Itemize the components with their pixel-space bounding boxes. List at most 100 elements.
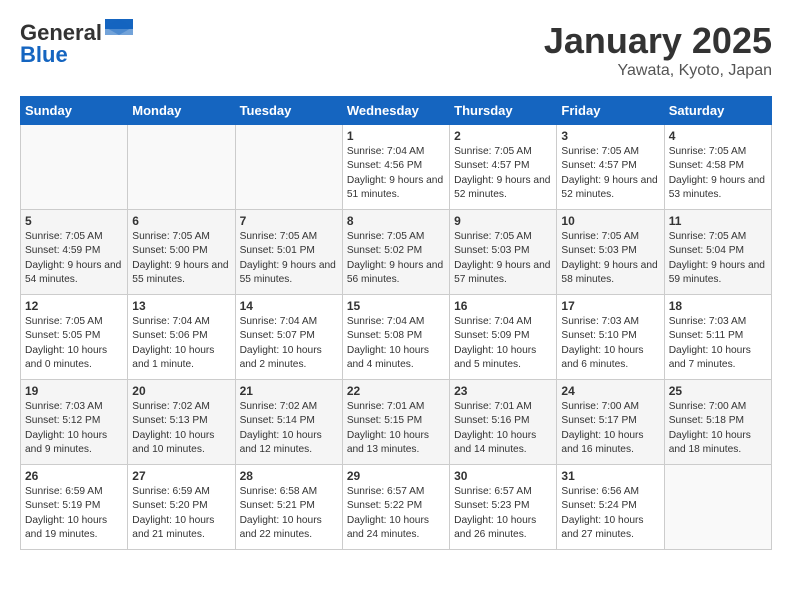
table-row: 16Sunrise: 7:04 AM Sunset: 5:09 PM Dayli… [450, 295, 557, 380]
table-row: 12 Sunrise: 7:05 AM Sunset: 5:05 PM Dayli… [21, 295, 128, 380]
cell-content: Sunrise: 7:05 AM Sunset: 5:02 PM Dayligh… [347, 230, 445, 287]
day-number: 27 [132, 469, 230, 483]
logo-blue-text: Blue [20, 42, 68, 68]
day-number: 17 [561, 299, 659, 313]
table-row: 10 Sunrise: 7:05 AM Sunset: 5:03 PM Dayli… [557, 210, 664, 295]
day-number: 26 [25, 469, 123, 483]
cell-content: Sunrise: 7:05 AM Sunset: 5:00 PM Dayligh… [132, 230, 230, 287]
cell-content: Sunrise: 7:00 AM Sunset: 5:17 PM Dayligh… [561, 400, 659, 457]
table-row: 29 Sunrise: 6:57 AM Sunset: 5:22 PM Dayli… [342, 465, 449, 550]
day-number: 4 [669, 129, 767, 143]
cell-content: Sunrise: 6:57 AM Sunset: 5:22 PM Dayligh… [347, 485, 445, 542]
table-row: 17 Sunrise: 7:03 AM Sunset: 5:10 PM Dayli… [557, 295, 664, 380]
day-number: 13 [132, 299, 230, 313]
cell-content: Sunrise: 7:05 AM Sunset: 5:01 PM Dayligh… [240, 230, 338, 287]
day-number: 24 [561, 384, 659, 398]
cell-content: Sunrise: 6:57 AM Sunset: 5:23 PM Dayligh… [454, 485, 552, 542]
day-number: 7 [240, 214, 338, 228]
logo-flag-icon [105, 19, 133, 40]
day-number: 30 [454, 469, 552, 483]
table-row: 28 Sunrise: 6:58 AM Sunset: 5:21 PM Dayli… [235, 465, 342, 550]
day-number: 18 [669, 299, 767, 313]
table-row: 6 Sunrise: 7:05 AM Sunset: 5:00 PM Daylig… [128, 210, 235, 295]
day-number: 25 [669, 384, 767, 398]
day-number: 28 [240, 469, 338, 483]
day-number: 12 [25, 299, 123, 313]
calendar-table: Sunday Monday Tuesday Wednesday Thursday… [20, 96, 772, 550]
cell-content: Sunrise: 7:05 AM Sunset: 5:03 PM Dayligh… [561, 230, 659, 287]
table-row: 13 Sunrise: 7:04 AM Sunset: 5:06 PM Dayli… [128, 295, 235, 380]
cell-content: Sunrise: 7:05 AM Sunset: 4:58 PM Dayligh… [669, 145, 767, 202]
day-number: 9 [454, 214, 552, 228]
cell-content: Sunrise: 6:59 AM Sunset: 5:20 PM Dayligh… [132, 485, 230, 542]
table-row: 3Sunrise: 7:05 AM Sunset: 4:57 PM Daylig… [557, 125, 664, 210]
day-number: 1 [347, 129, 445, 143]
day-number: 29 [347, 469, 445, 483]
day-number: 21 [240, 384, 338, 398]
cell-content: Sunrise: 6:59 AM Sunset: 5:19 PM Dayligh… [25, 485, 123, 542]
table-row: 9Sunrise: 7:05 AM Sunset: 5:03 PM Daylig… [450, 210, 557, 295]
day-number: 11 [669, 214, 767, 228]
table-row: 30 Sunrise: 6:57 AM Sunset: 5:23 PM Dayli… [450, 465, 557, 550]
day-number: 31 [561, 469, 659, 483]
header-thursday: Thursday [450, 97, 557, 125]
header-friday: Friday [557, 97, 664, 125]
day-number: 10 [561, 214, 659, 228]
day-number: 6 [132, 214, 230, 228]
day-number: 8 [347, 214, 445, 228]
cell-content: Sunrise: 6:56 AM Sunset: 5:24 PM Dayligh… [561, 485, 659, 542]
title-block: January 2025 Yawata, Kyoto, Japan [544, 20, 772, 80]
cell-content: Sunrise: 7:02 AM Sunset: 5:14 PM Dayligh… [240, 400, 338, 457]
cell-content: Sunrise: 7:05 AM Sunset: 5:04 PM Dayligh… [669, 230, 767, 287]
cell-content: Sunrise: 7:03 AM Sunset: 5:10 PM Dayligh… [561, 315, 659, 372]
cell-content: Sunrise: 7:02 AM Sunset: 5:13 PM Dayligh… [132, 400, 230, 457]
table-row: 21 Sunrise: 7:02 AM Sunset: 5:14 PM Dayli… [235, 380, 342, 465]
day-number: 14 [240, 299, 338, 313]
day-number: 16 [454, 299, 552, 313]
cell-content: Sunrise: 7:01 AM Sunset: 5:16 PM Dayligh… [454, 400, 552, 457]
table-row: 1 Sunrise: 7:04 AM Sunset: 4:56 PM Daylig… [342, 125, 449, 210]
day-number: 2 [454, 129, 552, 143]
cell-content: Sunrise: 7:05 AM Sunset: 4:59 PM Dayligh… [25, 230, 123, 287]
day-number: 5 [25, 214, 123, 228]
cell-content: Sunrise: 7:04 AM Sunset: 5:08 PM Dayligh… [347, 315, 445, 372]
calendar-body: 1 Sunrise: 7:04 AM Sunset: 4:56 PM Daylig… [21, 125, 772, 550]
location-subtitle: Yawata, Kyoto, Japan [544, 62, 772, 80]
table-row: 24 Sunrise: 7:00 AM Sunset: 5:17 PM Dayli… [557, 380, 664, 465]
day-number: 19 [25, 384, 123, 398]
table-row: 2 Sunrise: 7:05 AM Sunset: 4:57 PM Daylig… [450, 125, 557, 210]
table-row: 5 Sunrise: 7:05 AM Sunset: 4:59 PM Daylig… [21, 210, 128, 295]
table-row: 8 Sunrise: 7:05 AM Sunset: 5:02 PM Daylig… [342, 210, 449, 295]
table-row: 27 Sunrise: 6:59 AM Sunset: 5:20 PM Dayli… [128, 465, 235, 550]
day-number: 23 [454, 384, 552, 398]
cell-content: Sunrise: 7:05 AM Sunset: 5:05 PM Dayligh… [25, 315, 123, 372]
header-wednesday: Wednesday [342, 97, 449, 125]
cell-content: Sunrise: 7:03 AM Sunset: 5:12 PM Dayligh… [25, 400, 123, 457]
table-row: 19 Sunrise: 7:03 AM Sunset: 5:12 PM Dayli… [21, 380, 128, 465]
day-number: 3 [561, 129, 659, 143]
cell-content: Sunrise: 7:04 AM Sunset: 4:56 PM Dayligh… [347, 145, 445, 202]
table-row: 14Sunrise: 7:04 AM Sunset: 5:07 PM Dayli… [235, 295, 342, 380]
table-row: 4 Sunrise: 7:05 AM Sunset: 4:58 PM Daylig… [664, 125, 771, 210]
month-year-title: January 2025 [544, 20, 772, 62]
cell-content: Sunrise: 6:58 AM Sunset: 5:21 PM Dayligh… [240, 485, 338, 542]
table-row: 7 Sunrise: 7:05 AM Sunset: 5:01 PM Daylig… [235, 210, 342, 295]
table-row [21, 125, 128, 210]
header-monday: Monday [128, 97, 235, 125]
table-row: 23 Sunrise: 7:01 AM Sunset: 5:16 PM Dayli… [450, 380, 557, 465]
table-row [128, 125, 235, 210]
cell-content: Sunrise: 7:04 AM Sunset: 5:06 PM Dayligh… [132, 315, 230, 372]
cell-content: Sunrise: 7:05 AM Sunset: 4:57 PM Dayligh… [454, 145, 552, 202]
table-row: 15 Sunrise: 7:04 AM Sunset: 5:08 PM Dayli… [342, 295, 449, 380]
header-tuesday: Tuesday [235, 97, 342, 125]
table-row: 26 Sunrise: 6:59 AM Sunset: 5:19 PM Dayli… [21, 465, 128, 550]
day-number: 20 [132, 384, 230, 398]
logo: General Blue [20, 20, 133, 68]
page-header: General Blue January 2025 Yawata, Kyoto,… [20, 20, 772, 80]
cell-content: Sunrise: 7:03 AM Sunset: 5:11 PM Dayligh… [669, 315, 767, 372]
day-number: 15 [347, 299, 445, 313]
table-row [235, 125, 342, 210]
table-row: 25Sunrise: 7:00 AM Sunset: 5:18 PM Dayli… [664, 380, 771, 465]
table-row: 22Sunrise: 7:01 AM Sunset: 5:15 PM Dayli… [342, 380, 449, 465]
header-sunday: Sunday [21, 97, 128, 125]
